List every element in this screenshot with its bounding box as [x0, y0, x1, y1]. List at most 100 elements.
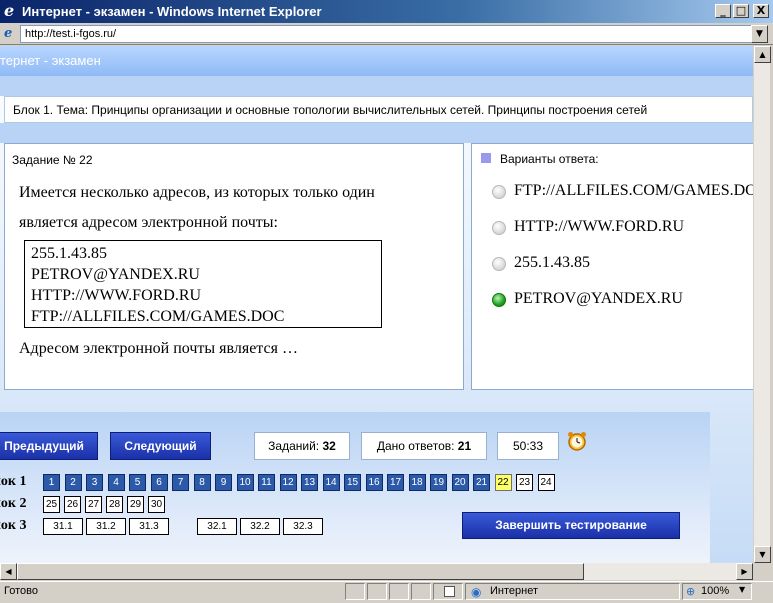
answer-option-text: PETROV@YANDEX.RU — [514, 290, 683, 307]
page-header — [0, 46, 753, 76]
task-number-26[interactable]: 26 — [64, 496, 81, 513]
task-number-8[interactable]: 8 — [193, 474, 211, 491]
finish-test-button[interactable]: Завершить тестирование — [462, 512, 680, 539]
block-row-label-1: Блок 1 — [0, 474, 27, 489]
address-dropdown-button[interactable]: ▼ — [751, 25, 768, 43]
vertical-scrollbar[interactable]: ▲ ▼ — [753, 46, 771, 563]
task-number-23[interactable]: 23 — [516, 474, 533, 491]
task-number-14[interactable]: 14 — [322, 474, 340, 491]
task-number-31.3[interactable]: 31.3 — [129, 518, 169, 535]
alarm-clock-icon — [568, 432, 586, 451]
block-row-label-2: Блок 2 — [0, 496, 27, 511]
task-number-27[interactable]: 27 — [85, 496, 102, 513]
answer-option-text: HTTP://WWW.FORD.RU — [514, 218, 685, 235]
address-item: PETROV@YANDEX.RU — [31, 266, 200, 283]
task-number-31.2[interactable]: 31.2 — [86, 518, 126, 535]
horizontal-scrollbar[interactable]: ◀ ▶ — [0, 563, 753, 580]
task-number-13[interactable]: 13 — [301, 474, 318, 491]
task-number-30[interactable]: 30 — [148, 496, 165, 513]
next-button[interactable]: Следующий — [110, 432, 211, 460]
task-number-32.2[interactable]: 32.2 — [240, 518, 280, 535]
task-number-25[interactable]: 25 — [43, 496, 60, 513]
zoom-pane[interactable]: ⊕ 100% ▼ — [682, 583, 752, 600]
radio-button[interactable] — [492, 221, 506, 235]
tasks-count: Заданий: 32 — [254, 432, 350, 460]
task-number-31.1[interactable]: 31.1 — [43, 518, 83, 535]
address-field[interactable]: http://test.i-fgos.ru/ — [20, 25, 752, 43]
task-number-24[interactable]: 24 — [537, 474, 555, 491]
task-number-28[interactable]: 28 — [106, 496, 123, 513]
answer-option-3[interactable]: 255.1.43.85 — [492, 254, 590, 272]
maximize-button[interactable]: □ — [733, 4, 749, 18]
task-number-32.3[interactable]: 32.3 — [283, 518, 323, 535]
task-number-29[interactable]: 29 — [127, 496, 144, 513]
block-2-task-row: 25 26 27 28 29 30 — [43, 496, 243, 514]
address-item: 255.1.43.85 — [31, 245, 107, 262]
ie-icon: e — [4, 1, 15, 20]
task-number-22[interactable]: 22 — [494, 474, 512, 491]
task-number-2[interactable]: 2 — [64, 474, 82, 491]
task-number-17[interactable]: 17 — [387, 474, 404, 491]
task-number-11[interactable]: 11 — [258, 474, 275, 491]
task-number-19[interactable]: 19 — [430, 474, 447, 491]
page-icon: e — [4, 26, 13, 41]
task-number-1[interactable]: 1 — [43, 474, 60, 491]
answers-label: Варианты ответа: — [500, 152, 599, 166]
scroll-down-button[interactable]: ▼ — [754, 546, 771, 563]
task-number-15[interactable]: 15 — [344, 474, 361, 491]
block-title: Блок 1. Тема: Принципы организации и осн… — [4, 96, 753, 123]
horizontal-scroll-thumb[interactable] — [17, 563, 584, 580]
task-number-4[interactable]: 4 — [107, 474, 125, 491]
zone-text: Интернет — [490, 585, 538, 597]
answered-count-value: 21 — [457, 439, 472, 453]
status-pane — [367, 583, 387, 600]
zoom-icon: ⊕ — [686, 585, 696, 598]
task-number-20[interactable]: 20 — [451, 474, 469, 491]
task-number-16[interactable]: 16 — [365, 474, 383, 491]
answer-option-text: 255.1.43.85 — [514, 254, 590, 271]
status-text: Готово — [4, 585, 38, 597]
address-item: HTTP://WWW.FORD.RU — [31, 287, 202, 304]
scroll-up-button[interactable]: ▲ — [754, 46, 771, 63]
zone-pane: ◉ Интернет — [465, 583, 680, 600]
navigation-panel: Предыдущий Следующий Заданий: 32 Дано от… — [0, 412, 710, 563]
answer-option-1[interactable]: FTP://ALLFILES.COM/GAMES.DOC — [492, 182, 753, 200]
status-pane — [345, 583, 365, 600]
task-number-3[interactable]: 3 — [86, 474, 103, 491]
task-label: Задание № 22 — [12, 153, 93, 167]
task-number-21[interactable]: 21 — [473, 474, 490, 491]
tasks-count-value: 32 — [322, 439, 336, 453]
answered-count-label: Дано ответов: — [376, 439, 455, 453]
scroll-left-button[interactable]: ◀ — [0, 563, 17, 580]
task-number-6[interactable]: 6 — [150, 474, 168, 491]
answer-option-2[interactable]: HTTP://WWW.FORD.RU — [492, 218, 685, 236]
question-prompt: Адресом электронной почты является … — [19, 340, 298, 357]
radio-button[interactable] — [492, 185, 506, 199]
zoom-level: 100% — [701, 585, 730, 597]
task-number-9[interactable]: 9 — [215, 474, 232, 491]
task-number-12[interactable]: 12 — [279, 474, 297, 491]
radio-button-selected[interactable] — [492, 293, 506, 307]
task-number-18[interactable]: 18 — [408, 474, 426, 491]
question-panel: Задание № 22 Имеется несколько адресов, … — [4, 143, 464, 390]
task-number-32.1[interactable]: 32.1 — [197, 518, 237, 535]
answers-panel: Варианты ответа: FTP://ALLFILES.COM/GAME… — [471, 143, 753, 390]
answered-count: Дано ответов: 21 — [361, 432, 487, 460]
task-number-5[interactable]: 5 — [129, 474, 146, 491]
minimize-button[interactable]: _ — [715, 4, 731, 18]
zoom-dropdown-icon[interactable]: ▼ — [739, 585, 745, 594]
radio-button[interactable] — [492, 257, 506, 271]
status-pane — [411, 583, 431, 600]
scroll-right-button[interactable]: ▶ — [736, 563, 753, 580]
task-number-10[interactable]: 10 — [236, 474, 254, 491]
answer-option-text: FTP://ALLFILES.COM/GAMES.DOC — [514, 182, 753, 199]
task-number-7[interactable]: 7 — [172, 474, 189, 491]
answers-bullet-icon — [481, 153, 491, 163]
previous-button[interactable]: Предыдущий — [0, 432, 98, 460]
answer-option-4[interactable]: PETROV@YANDEX.RU — [492, 290, 683, 308]
status-pane — [389, 583, 409, 600]
band-middle — [0, 123, 753, 143]
close-button[interactable]: X — [753, 4, 769, 18]
question-text-line1: Имеется несколько адресов, из которых то… — [19, 184, 375, 201]
page-header-title: тернет - экзамен — [0, 53, 101, 68]
